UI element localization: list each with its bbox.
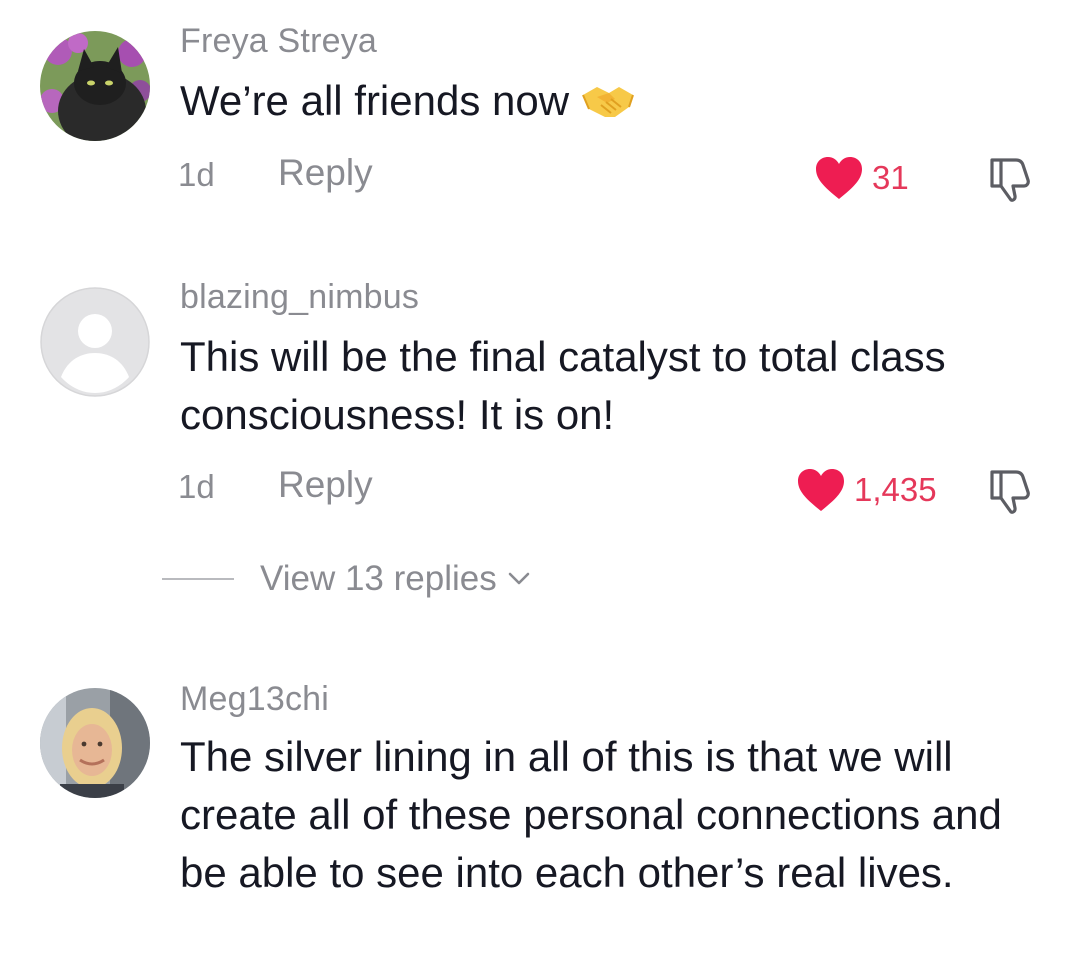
default-avatar-image <box>40 287 150 397</box>
comment-text: This will be the final catalyst to total… <box>180 333 946 438</box>
comment-text: The silver lining in all of this is that… <box>180 733 1002 896</box>
like-button[interactable]: 1,435 <box>796 460 937 520</box>
comment-time: 1d <box>178 156 215 193</box>
comment-username[interactable]: Meg13chi <box>180 680 329 719</box>
comment-meta: 1d Reply 31 <box>178 148 1058 208</box>
heart-icon <box>798 469 844 511</box>
comment-username[interactable]: Freya Streya <box>180 22 377 61</box>
like-button[interactable]: 31 <box>814 148 909 208</box>
comment-time: 1d <box>178 468 215 505</box>
avatar[interactable] <box>40 688 150 798</box>
like-count: 31 <box>872 159 909 196</box>
avatar[interactable] <box>40 287 150 397</box>
thumbs-down-icon <box>990 158 1030 202</box>
reply-button[interactable]: Reply <box>278 464 373 506</box>
cat-avatar-image <box>40 31 150 141</box>
comments-list: Freya Streya We’re all friends now 1d Re… <box>0 0 1080 975</box>
comment-text: We’re all friends now <box>180 72 1060 130</box>
like-count: 1,435 <box>854 471 937 508</box>
reply-button[interactable]: Reply <box>278 152 373 194</box>
dislike-button[interactable] <box>984 152 1038 206</box>
avatar[interactable] <box>40 31 150 141</box>
replies-divider <box>162 578 234 580</box>
view-replies-button[interactable]: View 13 replies <box>162 552 531 606</box>
view-replies-label: View 13 replies <box>260 559 497 598</box>
comment-meta: 1d Reply 1,435 <box>178 460 1058 520</box>
heart-icon <box>816 157 862 199</box>
comment-username[interactable]: blazing_nimbus <box>180 278 419 317</box>
dislike-button[interactable] <box>984 464 1038 518</box>
woman-avatar-image <box>40 688 150 798</box>
comment-text-content: We’re all friends now <box>180 77 570 124</box>
chevron-down-icon <box>508 572 530 585</box>
handshake-emoji-icon <box>579 78 637 118</box>
thumbs-down-icon <box>990 470 1030 514</box>
